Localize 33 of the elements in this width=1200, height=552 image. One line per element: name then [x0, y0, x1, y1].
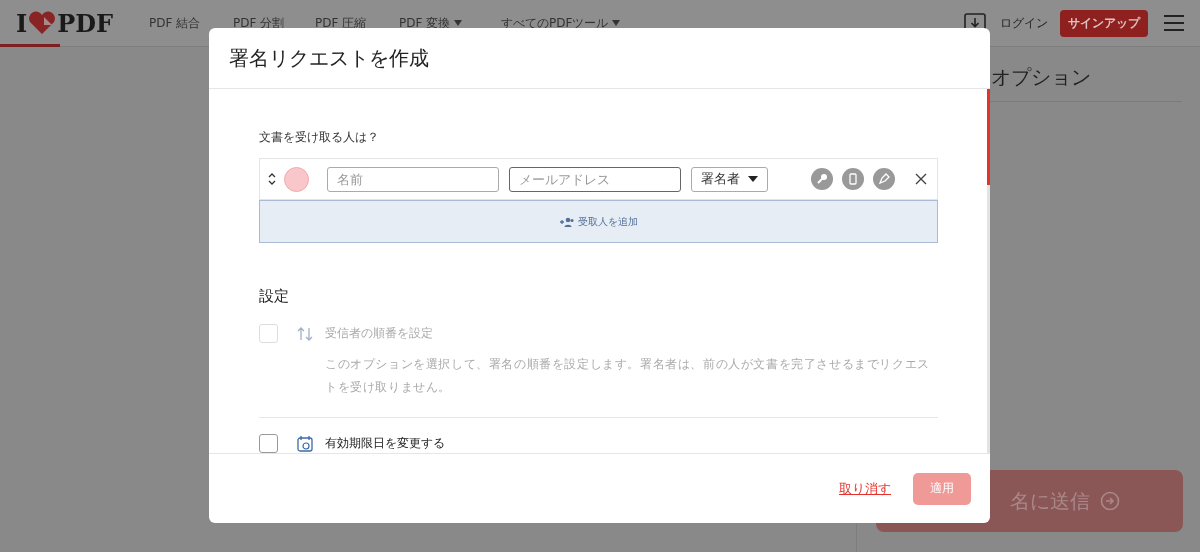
option-label: 受信者の順番を設定 — [325, 325, 434, 342]
settings-title: 設定 — [259, 287, 290, 306]
login-link[interactable]: ログイン — [1000, 14, 1048, 32]
add-person-icon — [559, 216, 574, 227]
key-icon[interactable] — [811, 168, 833, 190]
dialog-title: 署名リクエストを作成 — [229, 44, 429, 72]
arrow-circle-icon — [1100, 491, 1120, 511]
checkbox[interactable] — [259, 434, 278, 453]
add-recipient-button[interactable]: 受取人を追加 — [259, 200, 938, 243]
sort-arrows-icon — [297, 326, 313, 341]
pen-icon[interactable] — [873, 168, 895, 190]
heart-icon — [27, 11, 58, 35]
nav-link[interactable]: PDF 変換 — [399, 14, 501, 32]
nav-link[interactable]: すべてのPDFツール — [501, 14, 621, 32]
role-dropdown[interactable]: 署名者 — [691, 166, 768, 192]
caret-icon — [748, 176, 758, 182]
drag-handle-icon[interactable] — [268, 172, 276, 186]
name-field[interactable]: 名前 — [327, 166, 499, 192]
scrollbar-thumb[interactable] — [987, 89, 990, 185]
nav-link[interactable]: PDF 分割 — [233, 14, 315, 32]
logo[interactable]: I PDF — [16, 8, 149, 38]
option-label: 有効期限日を変更する — [325, 435, 446, 452]
menu-icon[interactable] — [1164, 15, 1184, 31]
recipients-label: 文書を受け取る人は？ — [259, 129, 380, 146]
option-description: このオプションを選択して、署名の順番を設定します。署名者は、前の人が文書を完了させるまでリクエストを受け取りません。 — [325, 356, 931, 396]
panel-title: オプション — [991, 65, 1091, 89]
email-field[interactable]: メールアドレス — [509, 166, 681, 192]
close-icon[interactable] — [915, 173, 927, 185]
nav-link[interactable]: PDF 圧縮 — [315, 14, 399, 32]
phone-icon[interactable] — [842, 168, 864, 190]
nav-link[interactable]: PDF 結合 — [149, 14, 233, 32]
calendar-icon — [297, 435, 313, 452]
signup-button[interactable]: サインアップ — [1060, 9, 1148, 37]
